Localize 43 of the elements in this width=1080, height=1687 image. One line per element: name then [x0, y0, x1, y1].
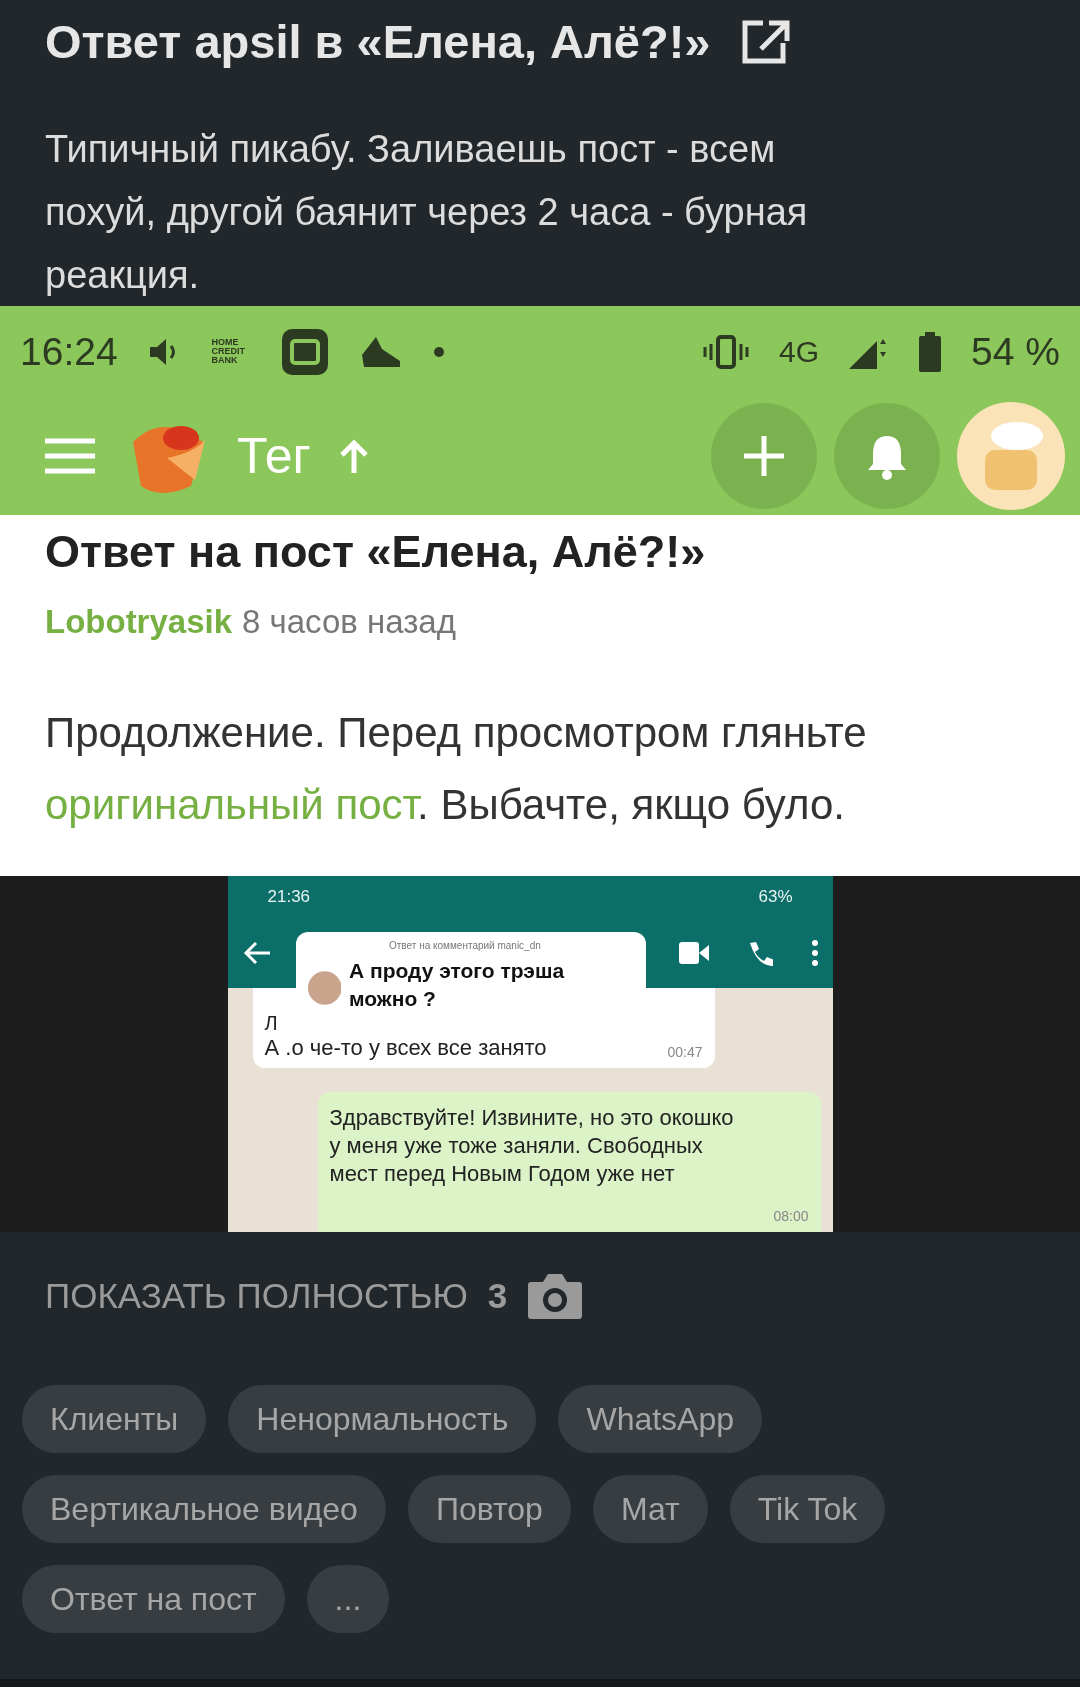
message-time: 08:00 [773, 1208, 809, 1224]
status-time: 16:24 [20, 329, 118, 374]
app-title: Тег [237, 426, 311, 485]
message-text: Здравствуйте! Извините, но это окошко у меня уже тоже заняли. Свободных мест перед Новым Годом уже нет [329, 1104, 735, 1188]
comment-title: Ответ apsil в «Елена, Алё?!» [45, 14, 711, 70]
arrow-up-icon [338, 438, 369, 473]
post-title: Ответ на пост «Елена, Алё?!» [45, 524, 707, 579]
user-avatar-icon [307, 970, 341, 1006]
vibrate-icon [703, 334, 750, 369]
tag[interactable]: Повтор [407, 1475, 571, 1543]
tag[interactable]: Ненормальность [228, 1385, 537, 1453]
tag[interactable]: ... [306, 1565, 390, 1633]
tag[interactable]: WhatsApp [558, 1385, 763, 1453]
tag[interactable]: Клиенты [22, 1385, 207, 1453]
app-icon [281, 328, 328, 375]
battery-level: 54 % [971, 329, 1060, 374]
tag[interactable]: Tik Tok [729, 1475, 886, 1543]
post-time: 8 часов назад [242, 602, 456, 641]
back-arrow-icon [241, 940, 272, 966]
external-link-icon[interactable] [740, 19, 791, 65]
post-text: Продолжение. Перед просмотром гляньте оригинальный пост. Выбачте, якщо було. [45, 707, 868, 830]
plus-icon [742, 433, 786, 478]
tag[interactable]: Ответ на пост [22, 1565, 285, 1633]
popup-header: Ответ на комментарий manic_dn [389, 940, 542, 951]
chat-status-time: 21:36 [267, 887, 311, 907]
dot-icon [433, 346, 444, 357]
popup-text: А проду этого трэша можно ? [349, 958, 566, 1012]
tag[interactable]: Мат [592, 1475, 708, 1543]
video-call-icon [678, 942, 709, 964]
chat-status-battery: 63% [758, 887, 793, 907]
network-type: 4G [779, 334, 820, 369]
original-post-link[interactable]: оригинальный пост [45, 780, 418, 828]
message-text: А .о че-то у всех все занято [264, 1035, 547, 1061]
camera-icon [527, 1272, 584, 1320]
show-full-button[interactable]: ПОКАЗАТЬ ПОЛНОСТЬЮ 3 [22, 1272, 584, 1320]
message-time: 00:47 [667, 1044, 703, 1060]
battery-icon [919, 331, 942, 372]
contact-name: Л [264, 1012, 279, 1035]
more-icon [810, 940, 819, 966]
comment-text: Типичный пикабу. Заливаешь пост - всем похуй, другой баянит через 2 часа - бурная реакция. [45, 127, 809, 298]
author-link[interactable]: Lobotryasik [45, 602, 233, 641]
tag[interactable]: Вертикальное видео [22, 1475, 386, 1543]
bank-label: HOME CREDIT BANK [211, 338, 247, 366]
